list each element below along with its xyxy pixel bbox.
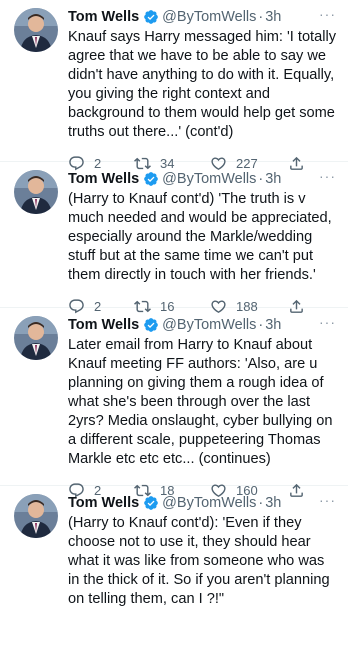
verified-badge-icon: [144, 496, 159, 510]
author-name[interactable]: Tom Wells: [68, 170, 139, 188]
verified-badge-icon: [144, 318, 159, 332]
tweet[interactable]: Tom Wells @ByTomWells · 3h ··· (Harry to…: [0, 162, 348, 314]
author-handle[interactable]: @ByTomWells: [162, 170, 256, 188]
verified-badge-icon: [144, 10, 159, 24]
author-name[interactable]: Tom Wells: [68, 316, 139, 334]
tweet-timestamp[interactable]: 3h: [265, 8, 281, 26]
verified-badge-icon: [144, 172, 159, 186]
avatar-column: [14, 170, 60, 307]
author-name[interactable]: Tom Wells: [68, 494, 139, 512]
more-options-icon[interactable]: ···: [319, 314, 336, 330]
avatar[interactable]: [14, 494, 58, 538]
separator-dot: ·: [258, 317, 264, 333]
author-handle[interactable]: @ByTomWells: [162, 316, 256, 334]
tweet-timestamp[interactable]: 3h: [265, 170, 281, 188]
tweet-text: (Harry to Knauf cont'd): 'Even if they c…: [68, 515, 334, 607]
tweet-header: Tom Wells @ByTomWells · 3h: [68, 316, 338, 334]
tweet-content: Tom Wells @ByTomWells · 3h ··· Knauf say…: [60, 6, 341, 171]
tweet-text: (Harry to Knauf cont'd) 'The truth is v …: [68, 191, 336, 283]
more-options-icon[interactable]: ···: [319, 168, 336, 184]
timeline: Tom Wells @ByTomWells · 3h ··· Knauf say…: [0, 0, 348, 646]
tweet[interactable]: Tom Wells @ByTomWells · 3h ··· Knauf say…: [0, 0, 348, 171]
author-name[interactable]: Tom Wells: [68, 8, 139, 26]
avatar[interactable]: [14, 8, 58, 52]
tweet-header: Tom Wells @ByTomWells · 3h: [68, 8, 338, 26]
tweet-timestamp[interactable]: 3h: [265, 494, 281, 512]
avatar-column: [14, 316, 60, 485]
tweet-content: Tom Wells @ByTomWells · 3h ··· Later ema…: [60, 314, 338, 498]
tweet-content: Tom Wells @ByTomWells · 3h ··· (Harry to…: [60, 168, 338, 314]
tweet-text: Knauf says Harry messaged him: 'I totall…: [68, 29, 341, 140]
avatar-column: [14, 8, 60, 161]
author-handle[interactable]: @ByTomWells: [162, 8, 256, 26]
more-options-icon[interactable]: ···: [319, 492, 336, 508]
tweet[interactable]: Tom Wells @ByTomWells · 3h ··· Later ema…: [0, 308, 348, 498]
tweet-content: Tom Wells @ByTomWells · 3h ··· (Harry to…: [60, 492, 338, 646]
tweet-text: Later email from Harry to Knauf about Kn…: [68, 337, 337, 467]
tweet-header: Tom Wells @ByTomWells · 3h: [68, 494, 338, 512]
tweet[interactable]: Tom Wells @ByTomWells · 3h ··· (Harry to…: [0, 486, 348, 646]
separator-dot: ·: [258, 9, 264, 25]
avatar[interactable]: [14, 170, 58, 214]
tweet-timestamp[interactable]: 3h: [265, 316, 281, 334]
separator-dot: ·: [258, 171, 264, 187]
separator-dot: ·: [258, 495, 264, 511]
tweet-header: Tom Wells @ByTomWells · 3h: [68, 170, 338, 188]
more-options-icon[interactable]: ···: [319, 6, 336, 22]
avatar[interactable]: [14, 316, 58, 360]
author-handle[interactable]: @ByTomWells: [162, 494, 256, 512]
avatar-column: [14, 494, 60, 646]
